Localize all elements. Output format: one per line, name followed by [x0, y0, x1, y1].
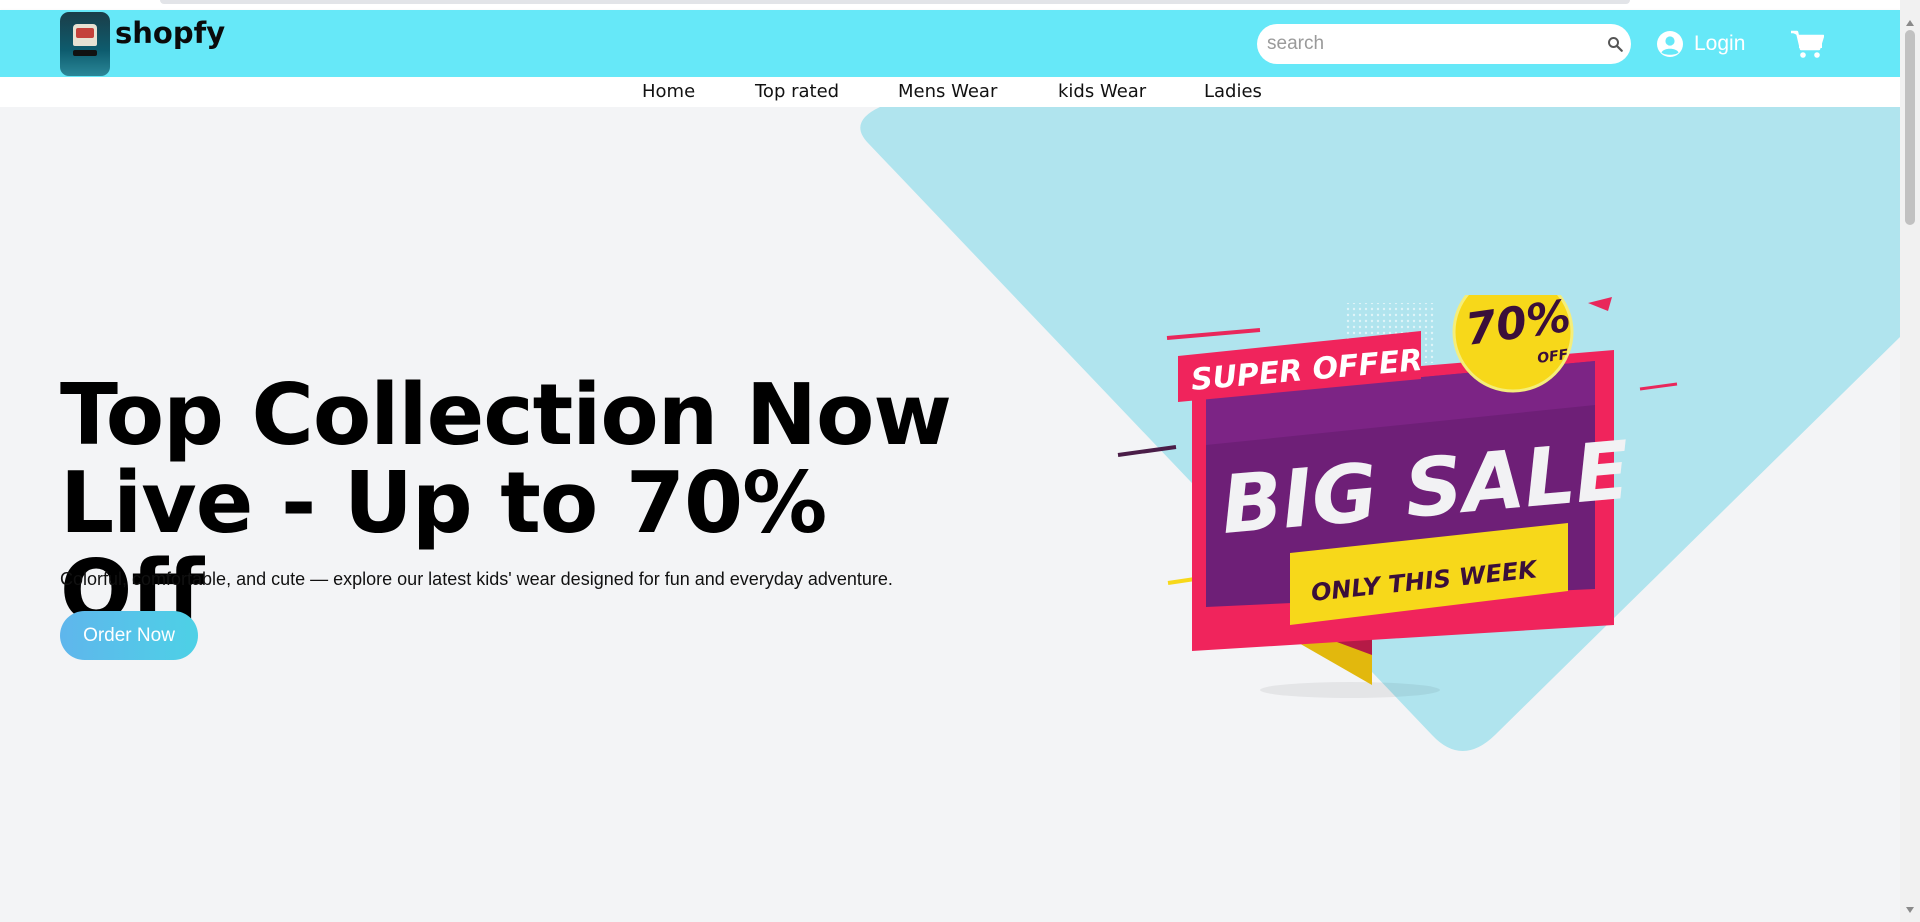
banner-shadow [1260, 682, 1440, 698]
streak-pink-top [1166, 328, 1261, 340]
page-scrollbar[interactable] [1900, 0, 1920, 922]
nav-item-ladies[interactable]: Ladies [1204, 81, 1262, 102]
streak-dark-left [1117, 445, 1177, 457]
login-label: Login [1694, 32, 1746, 55]
scroll-thumb[interactable] [1905, 30, 1915, 225]
address-bar-edge [160, 0, 1630, 4]
main-nav: Home Top rated Mens Wear kids Wear Ladie… [0, 77, 1900, 107]
spark-pink-2 [1588, 297, 1612, 311]
cart-icon[interactable] [1790, 29, 1824, 59]
hero-subtitle: Colorful, comfortable, and cute — explor… [60, 569, 893, 589]
site-header: shopfy Login [0, 10, 1900, 77]
logo-chair-legs [73, 50, 97, 56]
nav-item-mens-wear[interactable]: Mens Wear [898, 81, 997, 102]
brand-name[interactable]: shopfy [115, 16, 225, 50]
hero-title: Top Collection Now Live - Up to 70% Off [60, 372, 960, 636]
order-now-button[interactable]: Order Now [60, 611, 198, 660]
search-icon[interactable] [1606, 35, 1624, 53]
login-button[interactable]: Login [1656, 28, 1745, 60]
streak-pink-right [1639, 382, 1678, 391]
hero-section: Top Collection Now Live - Up to 70% Off … [0, 107, 1900, 922]
search-input[interactable] [1267, 30, 1587, 58]
logo-chair-seat [76, 28, 94, 38]
scroll-up-arrow-icon[interactable] [1906, 20, 1914, 26]
nav-item-top-rated[interactable]: Top rated [755, 81, 839, 102]
user-circle-icon [1657, 31, 1683, 57]
browser-top-strip [0, 0, 1900, 10]
big-sale-banner: SUPER OFFER BIG SALE ONLY THIS WEEK 70% … [1117, 295, 1678, 698]
hero-title-line-1: Top Collection Now [60, 366, 952, 465]
search-box [1257, 24, 1631, 64]
scroll-down-arrow-icon[interactable] [1906, 907, 1914, 913]
logo-image[interactable] [60, 12, 110, 76]
nav-item-home[interactable]: Home [642, 81, 695, 102]
nav-item-kids-wear[interactable]: kids Wear [1058, 81, 1146, 102]
